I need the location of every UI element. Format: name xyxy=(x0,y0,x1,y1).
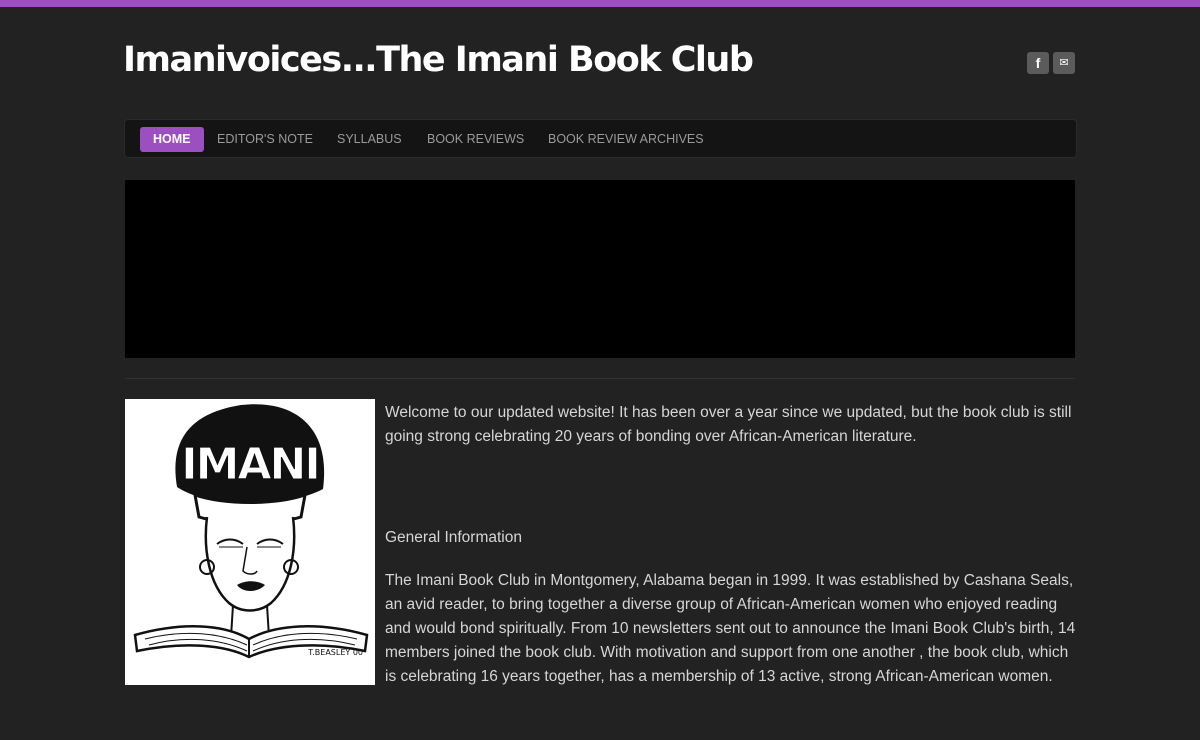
header-banner xyxy=(125,180,1075,358)
site-title[interactable]: Imanivoices...The Imani Book Club xyxy=(123,40,754,80)
imani-woman-reading-icon: IMANI T.BEASLEY 00 xyxy=(125,399,375,685)
welcome-paragraph: Welcome to our updated website! It has b… xyxy=(385,404,1072,445)
mail-icon: ✉ xyxy=(1059,56,1069,69)
nav-editors-note[interactable]: EDITOR'S NOTE xyxy=(217,127,313,152)
svg-text:T.BEASLEY 00: T.BEASLEY 00 xyxy=(307,648,363,657)
section-heading: General Information xyxy=(385,529,522,546)
nav-syllabus[interactable]: SYLLABUS xyxy=(337,127,402,152)
divider xyxy=(125,378,1075,379)
nav-book-review-archives[interactable]: BOOK REVIEW ARCHIVES xyxy=(548,127,704,152)
nav-book-reviews[interactable]: BOOK REVIEWS xyxy=(427,127,524,152)
facebook-icon: f xyxy=(1035,55,1041,71)
imani-illustration: IMANI T.BEASLEY 00 xyxy=(125,399,375,685)
main-navigation: HOME EDITOR'S NOTE SYLLABUS BOOK REVIEWS… xyxy=(124,119,1077,158)
main-content: Welcome to our updated website! It has b… xyxy=(385,401,1077,689)
body-paragraph: The Imani Book Club in Montgomery, Alaba… xyxy=(385,572,1076,685)
svg-text:IMANI: IMANI xyxy=(181,439,318,490)
email-button[interactable]: ✉ xyxy=(1053,52,1075,74)
nav-home[interactable]: HOME xyxy=(140,127,204,152)
top-accent-bar xyxy=(0,0,1200,7)
facebook-button[interactable]: f xyxy=(1027,52,1049,74)
